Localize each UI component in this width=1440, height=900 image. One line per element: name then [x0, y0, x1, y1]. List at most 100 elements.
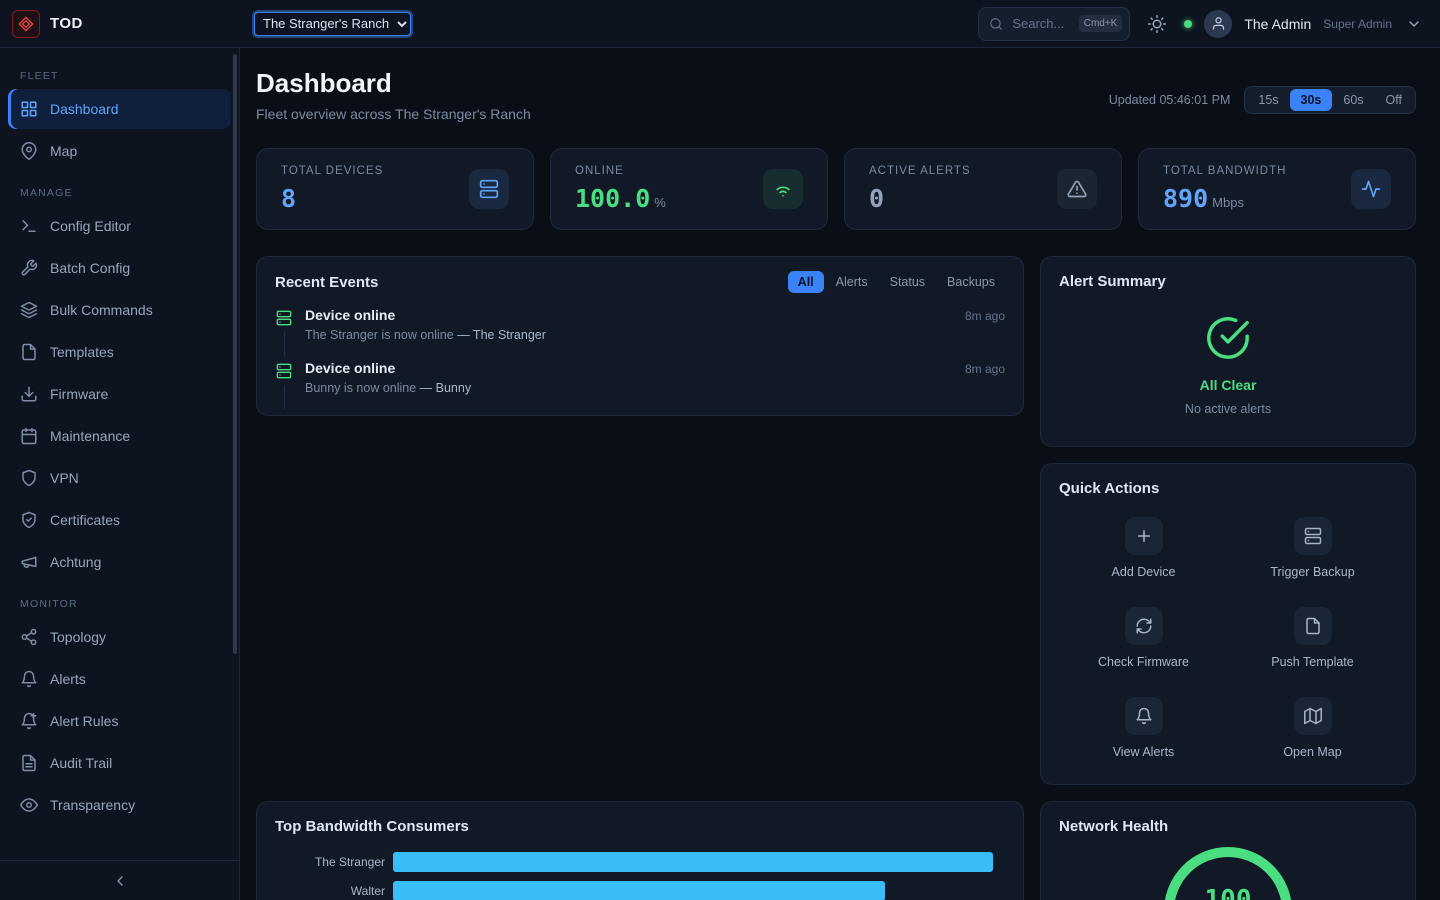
search-shortcut-badge: Cmd+K — [1079, 15, 1123, 32]
file-icon — [1294, 607, 1332, 645]
quick-action-label: Open Map — [1283, 745, 1341, 759]
refresh-icon — [1125, 607, 1163, 645]
sidebar-item-bulk-commands[interactable]: Bulk Commands — [8, 290, 231, 330]
top-bandwidth-title: Top Bandwidth Consumers — [275, 818, 469, 835]
stat-text: TOTAL BANDWIDTH 890Mbps — [1163, 165, 1286, 213]
bandwidth-chart: The Stranger Walter — [275, 852, 1005, 900]
event-rail — [275, 307, 293, 356]
add-device-button[interactable]: Add Device — [1059, 516, 1228, 580]
network-health-gauge-wrap: 100 — [1059, 847, 1397, 900]
event-time: 8m ago — [965, 309, 1005, 323]
sidebar-item-certificates[interactable]: Certificates — [8, 500, 231, 540]
stat-label: TOTAL BANDWIDTH — [1163, 165, 1286, 177]
bandwidth-device-label: Walter — [275, 884, 393, 898]
sidebar-item-label: Alerts — [50, 671, 86, 687]
sidebar-item-dashboard[interactable]: Dashboard — [8, 89, 231, 129]
sidebar-item-batch-config[interactable]: Batch Config — [8, 248, 231, 288]
view-alerts-button[interactable]: View Alerts — [1059, 696, 1228, 760]
sidebar-item-alerts[interactable]: Alerts — [8, 659, 231, 699]
bell-icon — [1125, 697, 1163, 735]
sidebar-item-firmware[interactable]: Firmware — [8, 374, 231, 414]
alert-summary-card: Alert Summary All Clear No active alerts — [1040, 256, 1416, 447]
sidebar-item-config-editor[interactable]: Config Editor — [8, 206, 231, 246]
user-menu-button[interactable] — [1404, 9, 1424, 39]
sidebar-item-alert-rules[interactable]: Alert Rules — [8, 701, 231, 741]
bandwidth-row: The Stranger — [275, 852, 1005, 872]
refresh-option-30s[interactable]: 30s — [1290, 89, 1333, 111]
search-icon — [989, 17, 1003, 31]
refresh-option-off[interactable]: Off — [1375, 89, 1413, 111]
stat-value: 0 — [869, 184, 971, 213]
bandwidth-device-label: The Stranger — [275, 855, 393, 869]
event-filter-alerts[interactable]: Alerts — [826, 271, 878, 293]
dashboard-icon — [20, 100, 38, 118]
sidebar-section-monitor: MONITOR — [8, 584, 231, 617]
page-header: Dashboard Fleet overview across The Stra… — [256, 64, 1416, 122]
bandwidth-bar — [393, 881, 885, 900]
dashboard-grid: Recent Events All Alerts Status Backups … — [256, 256, 1416, 900]
server-icon — [469, 169, 509, 209]
search-input[interactable] — [1010, 15, 1071, 32]
event-filters: All Alerts Status Backups — [788, 271, 1005, 293]
stat-text: TOTAL DEVICES 8 — [281, 165, 383, 213]
sidebar-item-label: Bulk Commands — [50, 302, 153, 318]
event-detail: Bunny is now online — Bunny — [305, 381, 1005, 395]
shield-icon — [20, 469, 38, 487]
alert-status: All Clear — [1200, 377, 1257, 393]
sidebar-item-achtung[interactable]: Achtung — [8, 542, 231, 582]
sidebar-item-audit-trail[interactable]: Audit Trail — [8, 743, 231, 783]
quick-action-label: Check Firmware — [1098, 655, 1189, 669]
terminal-icon — [20, 217, 38, 235]
sidebar-item-vpn[interactable]: VPN — [8, 458, 231, 498]
search-box[interactable]: Cmd+K — [978, 7, 1130, 41]
event-detail: The Stranger is now online — The Strange… — [305, 328, 1005, 342]
check-firmware-button[interactable]: Check Firmware — [1059, 606, 1228, 670]
event-device: — Bunny — [420, 381, 471, 395]
event-filter-status[interactable]: Status — [880, 271, 935, 293]
wifi-icon — [763, 169, 803, 209]
event-row[interactable]: Device online 8m ago The Stranger is now… — [257, 303, 1023, 356]
plus-icon — [1125, 517, 1163, 555]
sidebar-item-label: Config Editor — [50, 218, 131, 234]
main-content: Dashboard Fleet overview across The Stra… — [240, 48, 1440, 900]
bell-plus-icon — [20, 712, 38, 730]
push-template-button[interactable]: Push Template — [1228, 606, 1397, 670]
alert-detail: No active alerts — [1185, 402, 1271, 416]
avatar[interactable] — [1204, 10, 1232, 38]
open-map-button[interactable]: Open Map — [1228, 696, 1397, 760]
refresh-option-15s[interactable]: 15s — [1247, 89, 1289, 111]
megaphone-icon — [20, 553, 38, 571]
topbar-right: Cmd+K The Admin Super Admin — [978, 7, 1440, 41]
sidebar-item-map[interactable]: Map — [8, 131, 231, 171]
fleet-selector[interactable]: The Stranger's Ranch — [254, 12, 411, 36]
stat-card-total-devices: TOTAL DEVICES 8 — [256, 148, 534, 230]
theme-toggle-button[interactable] — [1142, 9, 1172, 39]
event-time: 8m ago — [965, 362, 1005, 376]
bandwidth-bar-track — [393, 852, 1005, 872]
chevron-down-icon — [1406, 16, 1422, 32]
refresh-option-60s[interactable]: 60s — [1332, 89, 1374, 111]
event-row[interactable]: Device online 8m ago Bunny is now online… — [257, 356, 1023, 409]
right-column: Alert Summary All Clear No active alerts… — [1040, 256, 1416, 785]
network-health-score: 100 — [1174, 885, 1282, 900]
event-filter-all[interactable]: All — [788, 271, 824, 293]
sidebar-item-label: VPN — [50, 470, 79, 486]
quick-actions-card: Quick Actions Add Device Trigger Backup — [1040, 463, 1416, 785]
page-title: Dashboard — [256, 68, 531, 99]
stats-row: TOTAL DEVICES 8 ONLINE 100.0% ACTIVE ALE… — [256, 148, 1416, 230]
sidebar-collapse-button[interactable] — [0, 860, 239, 900]
server-icon — [1294, 517, 1332, 555]
event-title: Device online — [305, 360, 395, 376]
event-filter-backups[interactable]: Backups — [937, 271, 1005, 293]
sidebar-item-topology[interactable]: Topology — [8, 617, 231, 657]
recent-events-card: Recent Events All Alerts Status Backups … — [256, 256, 1024, 416]
recent-events-title: Recent Events — [275, 274, 378, 291]
sidebar: FLEET Dashboard Map MANAGE Config Editor… — [0, 48, 240, 900]
sidebar-item-templates[interactable]: Templates — [8, 332, 231, 372]
sidebar-scrollbar[interactable] — [233, 54, 237, 654]
trigger-backup-button[interactable]: Trigger Backup — [1228, 516, 1397, 580]
sidebar-item-maintenance[interactable]: Maintenance — [8, 416, 231, 456]
sidebar-item-transparency[interactable]: Transparency — [8, 785, 231, 825]
bandwidth-bar-track — [393, 881, 1005, 900]
sidebar-item-label: Maintenance — [50, 428, 130, 444]
